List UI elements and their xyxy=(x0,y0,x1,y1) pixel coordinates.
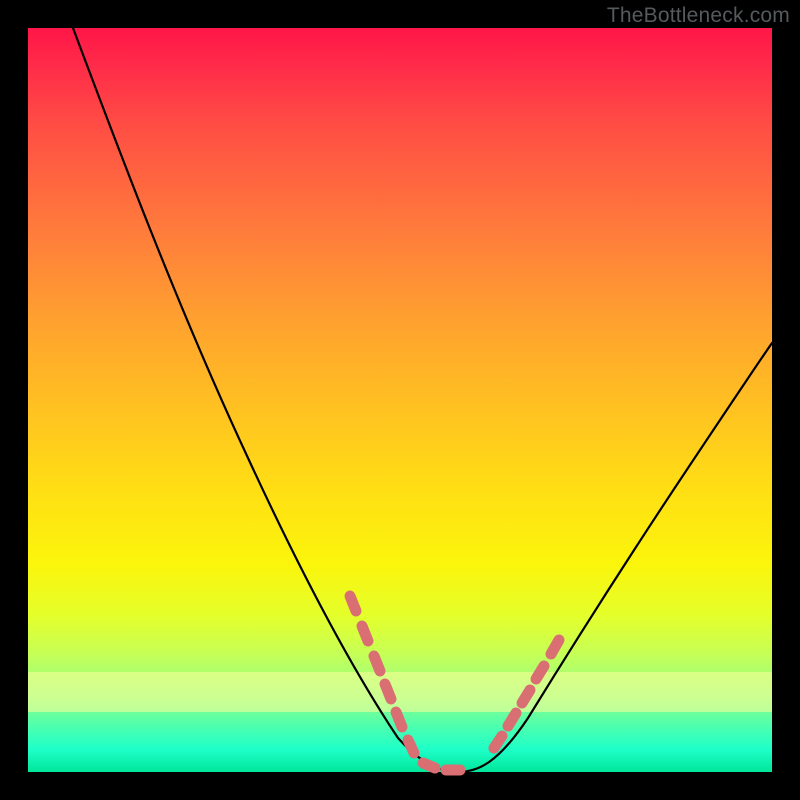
plot-area xyxy=(28,28,772,772)
marker-group xyxy=(350,596,559,770)
bottleneck-curve xyxy=(73,28,772,772)
chart-frame: TheBottleneck.com xyxy=(0,0,800,800)
curve-layer xyxy=(28,28,772,772)
watermark-text: TheBottleneck.com xyxy=(607,4,790,28)
